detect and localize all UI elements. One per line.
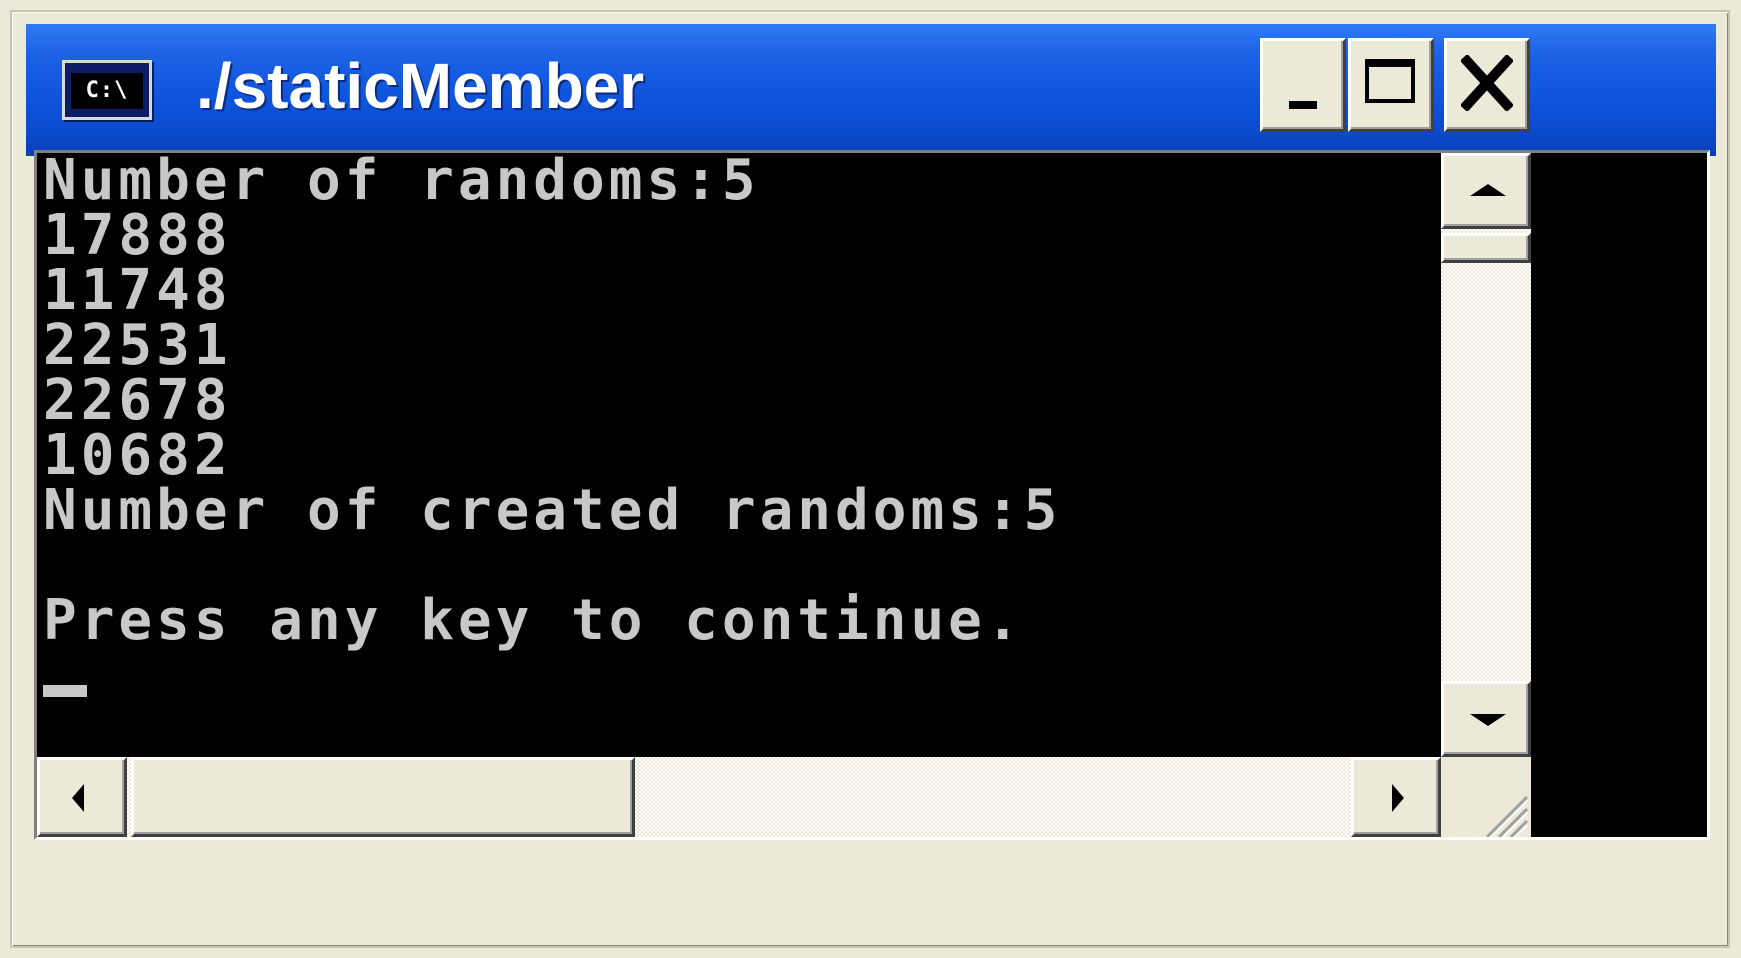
- minimize-icon: [1289, 101, 1317, 109]
- console-line: Number of created randoms:5: [43, 478, 1062, 543]
- console-line: 10682: [43, 423, 232, 488]
- horizontal-scrollbar[interactable]: [37, 757, 1441, 837]
- horizontal-scroll-thumb[interactable]: [131, 757, 635, 837]
- console-icon-text: C:\: [71, 73, 143, 109]
- title-bar[interactable]: C:\ ./staticMember: [26, 24, 1716, 156]
- text-cursor: [43, 685, 87, 697]
- size-grip[interactable]: [1441, 757, 1531, 839]
- arrow-down-icon: [1470, 714, 1506, 726]
- maximize-icon: [1365, 59, 1415, 103]
- console-line: 22678: [43, 368, 232, 433]
- arrow-left-icon: [72, 784, 84, 812]
- arrow-right-icon: [1392, 784, 1404, 812]
- console-app-icon[interactable]: C:\: [62, 60, 152, 120]
- screen: C:\ ./staticMember Number of randoms:5 1…: [0, 0, 1741, 958]
- size-grip-icon: [1485, 795, 1529, 839]
- vertical-scroll-thumb[interactable]: [1441, 233, 1531, 263]
- close-button[interactable]: [1444, 38, 1530, 132]
- scroll-up-button[interactable]: [1441, 153, 1531, 229]
- console-output: Number of randoms:5 17888 11748 22531 22…: [43, 153, 1433, 753]
- console-line: 22531: [43, 313, 232, 378]
- close-icon: [1461, 55, 1513, 111]
- console-line: 17888: [43, 203, 232, 268]
- arrow-up-icon: [1470, 184, 1506, 196]
- maximize-button[interactable]: [1348, 38, 1434, 132]
- console-client-area[interactable]: Number of randoms:5 17888 11748 22531 22…: [34, 150, 1710, 840]
- scroll-right-button[interactable]: [1351, 757, 1441, 837]
- console-line: 11748: [43, 258, 232, 323]
- minimize-button[interactable]: [1260, 38, 1346, 132]
- window-title: ./staticMember: [196, 50, 645, 122]
- console-line: Press any key to continue.: [43, 588, 1024, 653]
- scroll-down-button[interactable]: [1441, 681, 1531, 757]
- vertical-scrollbar[interactable]: [1441, 153, 1531, 757]
- scroll-left-button[interactable]: [37, 757, 127, 837]
- console-line: Number of randoms:5: [43, 148, 760, 213]
